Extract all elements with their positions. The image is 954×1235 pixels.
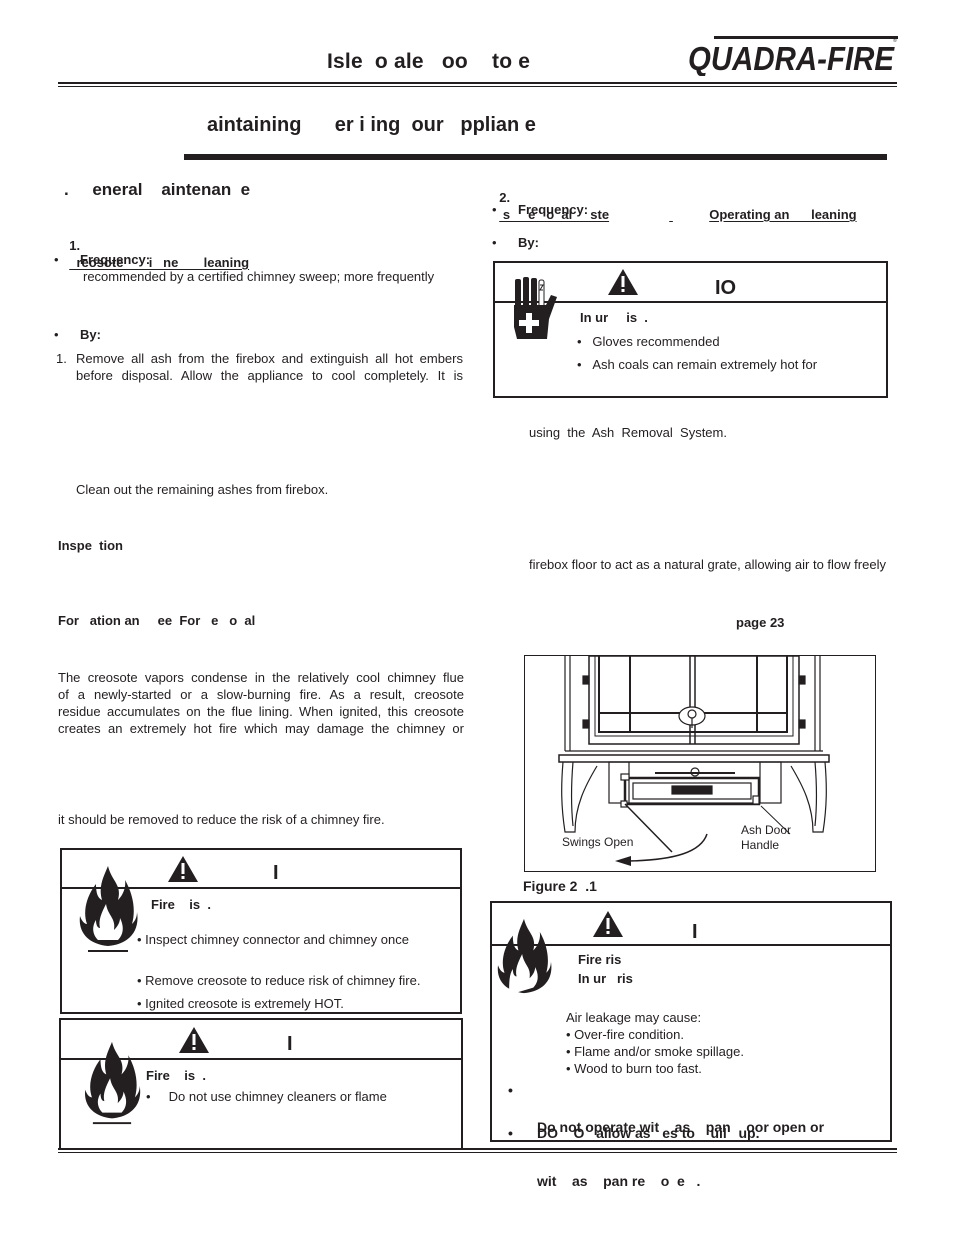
label-line: Handle bbox=[741, 838, 780, 852]
bullet-icon: • bbox=[492, 235, 497, 250]
brand-text: QUADRA-FIRE bbox=[688, 40, 895, 76]
paragraph-line: The creosote vapors condense in the rela… bbox=[58, 670, 464, 685]
warning-box-cleaners: I Fire is . • Do not use chimney cleaner… bbox=[59, 1018, 463, 1150]
quadra-fire-logo: QUADRA-FIRE ® bbox=[686, 36, 898, 77]
hand-injury-icon bbox=[514, 277, 557, 339]
paragraph-line: residue accumulates on the flue lining. … bbox=[58, 704, 464, 719]
bullet-text: Remove creosote to reduce risk of chimne… bbox=[145, 973, 421, 988]
label-line: Ash Door bbox=[741, 823, 792, 837]
effect-text: Flame and/or smoke spillage. bbox=[574, 1044, 744, 1059]
warning-triangle-icon bbox=[168, 856, 198, 882]
bullet-icon: • bbox=[508, 1082, 513, 1098]
item1-number: 1. bbox=[69, 238, 81, 253]
section-title-bar bbox=[184, 154, 887, 160]
flame-icon bbox=[85, 1041, 141, 1125]
caution-risk: In ur is . bbox=[580, 310, 648, 325]
caution-box-injury: IO In ur is . • Gloves recommended • Ash… bbox=[493, 261, 888, 398]
warning-risk: Fire is . bbox=[151, 897, 211, 912]
warning-bullet: • Remove creosote to reduce risk of chim… bbox=[137, 973, 421, 988]
frequency-label: Frequency: bbox=[518, 202, 589, 217]
bullet-icon: • bbox=[54, 327, 59, 342]
bullet-text: Do not use chimney cleaners or flame bbox=[168, 1089, 387, 1104]
warning-label: I bbox=[287, 1033, 293, 1055]
ash-door-figure: Swings Open Ash Door Handle bbox=[524, 655, 876, 872]
effect-item: • Wood to burn too fast. bbox=[566, 1061, 702, 1076]
warning-triangle-icon bbox=[593, 911, 623, 937]
warning-bullet: • Inspect chimney connector and chimney … bbox=[137, 932, 409, 947]
effect-item: • Over-fire condition. bbox=[566, 1027, 684, 1042]
warning-triangle-icon bbox=[608, 269, 638, 295]
warning-line: wit as pan re o e . bbox=[537, 1173, 701, 1189]
effect-text: Over-fire condition. bbox=[574, 1027, 684, 1042]
section-title: aintaining er i ing our pplian e bbox=[207, 114, 536, 136]
flame-icon bbox=[79, 866, 138, 952]
formation-label: For ation an ee For e o al bbox=[58, 613, 256, 628]
effect-item: • Flame and/or smoke spillage. bbox=[566, 1044, 744, 1059]
removal-sentence: it should be removed to reduce the risk … bbox=[58, 812, 385, 827]
item2-number: 2. bbox=[499, 190, 511, 205]
creosote-paragraph: The creosote vapors condense in the rela… bbox=[58, 669, 464, 737]
caution-bullet: • Ash coals can remain extremely hot for bbox=[577, 357, 818, 372]
warning-label: I bbox=[273, 862, 279, 884]
bullet-text: Ash coals can remain extremely hot for bbox=[592, 357, 818, 372]
header-rule bbox=[58, 82, 897, 84]
item2-title-part2: Operating an leaning bbox=[709, 207, 857, 222]
warning-risk: Fire is . bbox=[146, 1068, 206, 1083]
footer-rule-thin bbox=[58, 1152, 897, 1153]
effect-text: Wood to burn too fast. bbox=[574, 1061, 702, 1076]
bullet-icon: • bbox=[508, 1125, 513, 1141]
document-header-title: Isle o ale oo to e bbox=[327, 50, 531, 73]
general-maintenance-heading: . eneral aintenan e bbox=[64, 180, 251, 199]
grate-text: firebox floor to act as a natural grate,… bbox=[529, 557, 886, 572]
flame-icon bbox=[497, 918, 552, 994]
bullet-icon: • bbox=[492, 202, 497, 217]
by-label: By: bbox=[80, 327, 101, 342]
air-leakage-text: Air leakage may cause: bbox=[566, 1010, 702, 1025]
bullet-icon: • bbox=[54, 252, 59, 267]
by-label: By: bbox=[518, 235, 539, 250]
inspection-label: Inspe tion bbox=[58, 538, 123, 553]
underline-gap bbox=[669, 206, 709, 223]
ash-door-handle-label: Ash Door Handle bbox=[741, 823, 791, 853]
caution-bullet: • Gloves recommended bbox=[577, 334, 720, 349]
clean-out-text: Clean out the remaining ashes from fireb… bbox=[76, 482, 329, 497]
bullet-text: Inspect chimney connector and chimney on… bbox=[145, 932, 409, 947]
warning-label: I bbox=[692, 921, 698, 943]
svg-text:®: ® bbox=[893, 37, 897, 44]
bullet-text: Ignited creosote is extremely HOT. bbox=[145, 996, 344, 1011]
step1-line1: Remove all ash from the firebox and exti… bbox=[76, 351, 463, 366]
frequency-text: recommended by a certified chimney sweep… bbox=[83, 269, 435, 284]
step1-line2: before disposal. Allow the appliance to … bbox=[76, 368, 463, 383]
caution-label: IO bbox=[715, 277, 737, 299]
warning-box-chimney: I Fire is . • Inspect chimney connector … bbox=[60, 848, 462, 1014]
header-rule-thin bbox=[58, 86, 897, 87]
swings-open-label: Swings Open bbox=[562, 835, 634, 849]
warning-bullet: • Ignited creosote is extremely HOT. bbox=[137, 996, 344, 1011]
paragraph-line: of a newly-started or a slow-burning fir… bbox=[58, 687, 464, 702]
warning-triangle-icon bbox=[179, 1027, 209, 1053]
page-reference-link[interactable]: page 23 bbox=[736, 614, 784, 631]
frequency-label: Frequency: bbox=[80, 252, 151, 267]
footer-rule bbox=[58, 1148, 897, 1150]
figure-caption: Figure 2 .1 bbox=[523, 878, 597, 894]
warning-bullet: • Do not use chimney cleaners or flame bbox=[146, 1089, 387, 1104]
step-number: 1. bbox=[56, 351, 67, 366]
bullet-text: Gloves recommended bbox=[592, 334, 720, 349]
warning-risk-fire: Fire ris bbox=[578, 952, 622, 967]
paragraph-line: creates an extremely hot fire which may … bbox=[58, 721, 464, 736]
warning-box-ash-pan: I Fire ris In ur ris Air leakage may cau… bbox=[490, 901, 892, 1189]
warning-risk-injury: In ur ris bbox=[578, 971, 633, 986]
ash-system-text: using the Ash Removal System. bbox=[529, 425, 727, 440]
ash-buildup-warning: DO O allow as es to uil up. bbox=[537, 1125, 760, 1141]
operate-warning: Do not operate wit as pan oor open or wi… bbox=[537, 1082, 824, 1226]
